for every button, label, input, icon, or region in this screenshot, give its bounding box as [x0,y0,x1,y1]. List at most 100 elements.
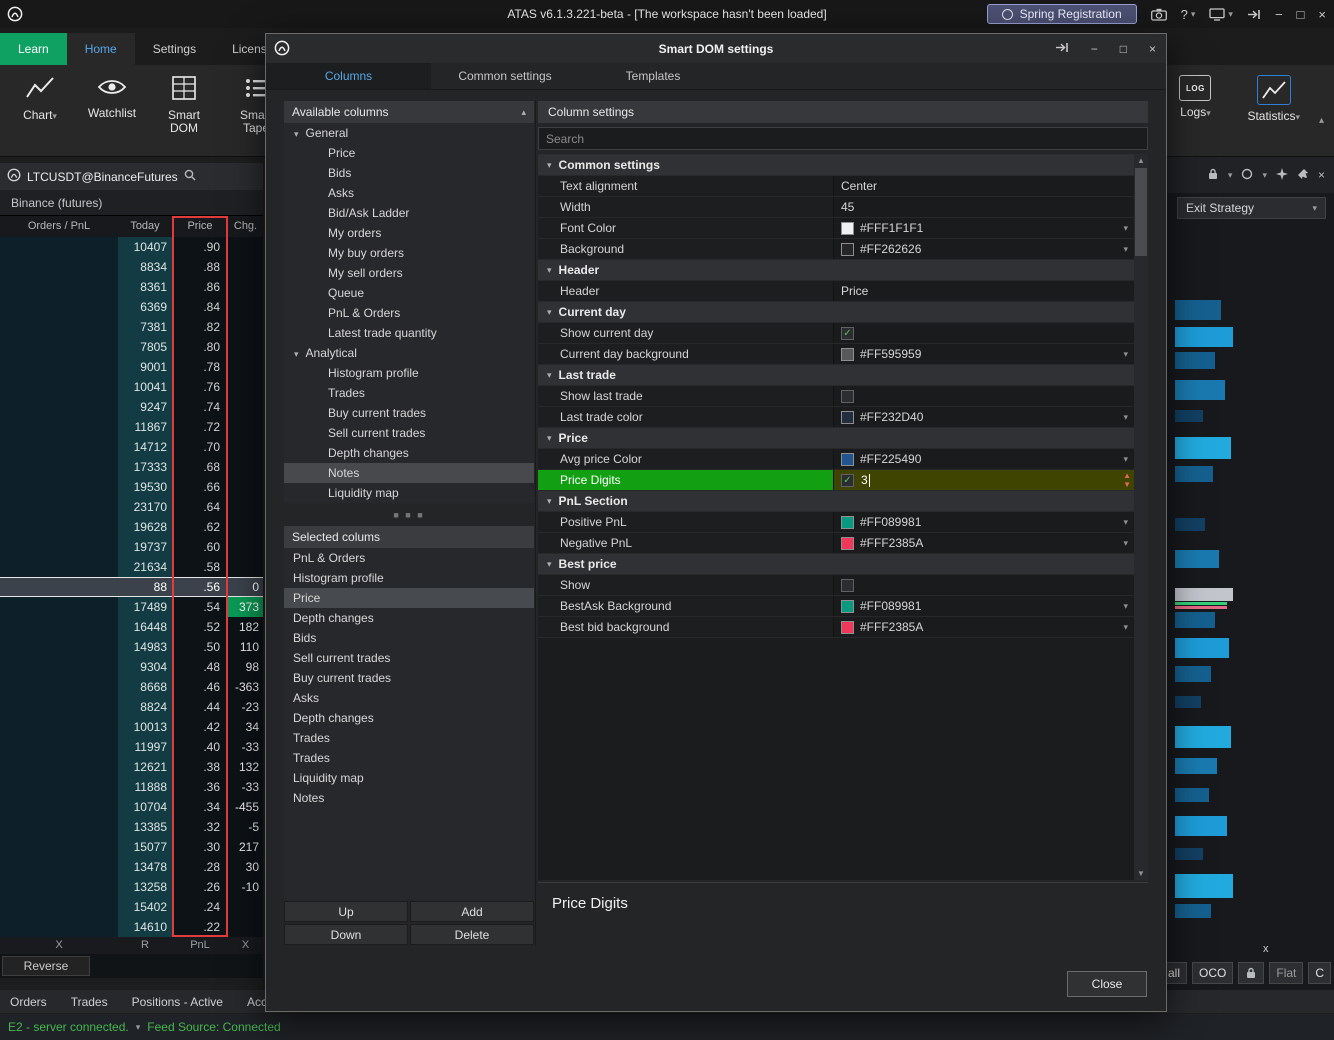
dom-price-cell[interactable]: .90 [172,237,228,257]
dom-chg-cell[interactable]: 182 [228,617,263,637]
dom-orders-cell[interactable] [0,477,118,497]
tree-item[interactable]: Bids [284,163,534,183]
ribbon-tab-learn[interactable]: Learn [0,33,67,65]
chevron-down-icon[interactable]: ▾ [1123,223,1128,234]
search-icon[interactable] [184,169,196,184]
selected-column-item[interactable]: Buy current trades [284,668,534,688]
list-splitter[interactable]: ■ ■ ■ [284,503,534,526]
dom-chg-cell[interactable] [228,337,263,357]
dom-chg-cell[interactable] [228,297,263,317]
down-button[interactable]: Down [284,924,408,945]
dom-orders-cell[interactable] [0,317,118,337]
dom-chg-cell[interactable] [228,237,263,257]
settings-search-input[interactable] [538,127,1148,150]
close-button[interactable]: × [1318,8,1326,21]
scroll-up-icon[interactable]: ▲ [1134,154,1148,167]
chevron-down-icon[interactable]: ▾ [1228,170,1233,181]
dom-orders-cell[interactable] [0,557,118,577]
dom-today-cell[interactable]: 16448 [118,617,172,637]
settings-value[interactable]: #FF089981▾ [834,512,1134,532]
settings-value[interactable]: #FFF2385A▾ [834,533,1134,553]
tree-item[interactable]: Trades [284,383,534,403]
chevron-down-icon[interactable]: ▾ [1123,538,1128,549]
settings-value[interactable]: #FF089981▾ [834,596,1134,616]
reverse-button[interactable]: Reverse [2,956,90,976]
collapse-ribbon-icon[interactable]: ▴ [1319,115,1324,126]
dom-today-cell[interactable]: 10013 [118,717,172,737]
selected-column-item[interactable]: Notes [284,788,534,808]
dom-today-cell[interactable]: 88 [118,577,172,597]
dom-price-cell[interactable]: .88 [172,257,228,277]
dom-price-cell[interactable]: .42 [172,717,228,737]
dom-row[interactable]: 23170.64 [0,497,263,517]
dom-today-cell[interactable]: 8361 [118,277,172,297]
settings-value[interactable]: #FFF1F1F1▾ [834,218,1134,238]
tree-item[interactable]: Liquidity map [284,483,534,503]
settings-value[interactable] [834,575,1134,595]
settings-group-header[interactable]: ▾Price [538,428,1134,449]
selected-column-item[interactable]: Histogram profile [284,568,534,588]
dom-row[interactable]: 10041.76 [0,377,263,397]
dock-icon[interactable] [1055,42,1069,56]
dom-row[interactable]: 11997.40-33 [0,737,263,757]
checkbox[interactable] [841,579,854,592]
checkbox[interactable]: ✓ [841,327,854,340]
settings-value[interactable]: #FF595959▾ [834,344,1134,364]
dom-chg-cell[interactable] [228,317,263,337]
dialog-tab-common-settings[interactable]: Common settings [431,63,579,89]
dom-price-cell[interactable]: .86 [172,277,228,297]
dom-orders-cell[interactable] [0,657,118,677]
settings-group-header[interactable]: ▾Header [538,260,1134,281]
dom-chg-cell[interactable] [228,437,263,457]
dom-orders-cell[interactable] [0,577,118,597]
dom-orders-cell[interactable] [0,517,118,537]
tree-group[interactable]: ▾General [284,123,534,143]
ribbon-tab-home[interactable]: Home [67,33,135,65]
dom-today-cell[interactable]: 23170 [118,497,172,517]
spinner-buttons[interactable]: ▲▼ [1123,471,1131,489]
dom-chg-cell[interactable]: 217 [228,837,263,857]
c-button[interactable]: C [1308,962,1331,984]
dom-row[interactable]: 10013.4234 [0,717,263,737]
dom-price-cell[interactable]: .32 [172,817,228,837]
dom-price-cell[interactable]: .64 [172,497,228,517]
dom-row[interactable]: 14983.50110 [0,637,263,657]
dom-row[interactable]: 11888.36-33 [0,777,263,797]
dom-row[interactable]: 13478.2830 [0,857,263,877]
dom-today-cell[interactable]: 19737 [118,537,172,557]
spring-registration-button[interactable]: Spring Registration [987,4,1137,24]
dom-price-cell[interactable]: .66 [172,477,228,497]
dom-today-cell[interactable]: 11888 [118,777,172,797]
dom-row[interactable]: 15402.24 [0,897,263,917]
dom-today-cell[interactable]: 7381 [118,317,172,337]
settings-value[interactable]: Price [834,281,1134,301]
dom-chg-cell[interactable] [228,257,263,277]
dom-orders-cell[interactable] [0,337,118,357]
dom-row[interactable]: 19628.62 [0,517,263,537]
chevron-down-icon[interactable]: ▾ [1123,454,1128,465]
logs-button[interactable]: LOG Logs▾ [1169,75,1221,124]
dom-orders-cell[interactable] [0,537,118,557]
dom-price-cell[interactable]: .22 [172,917,228,937]
tree-item[interactable]: Asks [284,183,534,203]
dom-row[interactable]: 7381.82 [0,317,263,337]
dom-row[interactable]: 21634.58 [0,557,263,577]
dom-price-cell[interactable]: .84 [172,297,228,317]
dom-price-cell[interactable]: .38 [172,757,228,777]
dom-today-cell[interactable]: 12621 [118,757,172,777]
dom-orders-cell[interactable] [0,897,118,917]
dom-price-cell[interactable]: .40 [172,737,228,757]
dom-row[interactable]: 6369.84 [0,297,263,317]
exit-strategy-select[interactable]: Exit Strategy ▾ [1177,197,1326,219]
dom-row[interactable]: 9304.4898 [0,657,263,677]
selected-column-item[interactable]: Liquidity map [284,768,534,788]
circle-icon[interactable] [1241,168,1253,183]
dom-price-cell[interactable]: .58 [172,557,228,577]
dom-today-cell[interactable]: 10704 [118,797,172,817]
tree-item[interactable]: Queue [284,283,534,303]
dom-chg-cell[interactable]: -455 [228,797,263,817]
dom-chg-cell[interactable]: 30 [228,857,263,877]
smart-dom-button[interactable]: SmartDOM [158,75,210,135]
sparkle-icon[interactable] [1276,168,1288,183]
maximize-button[interactable]: □ [1297,8,1305,21]
